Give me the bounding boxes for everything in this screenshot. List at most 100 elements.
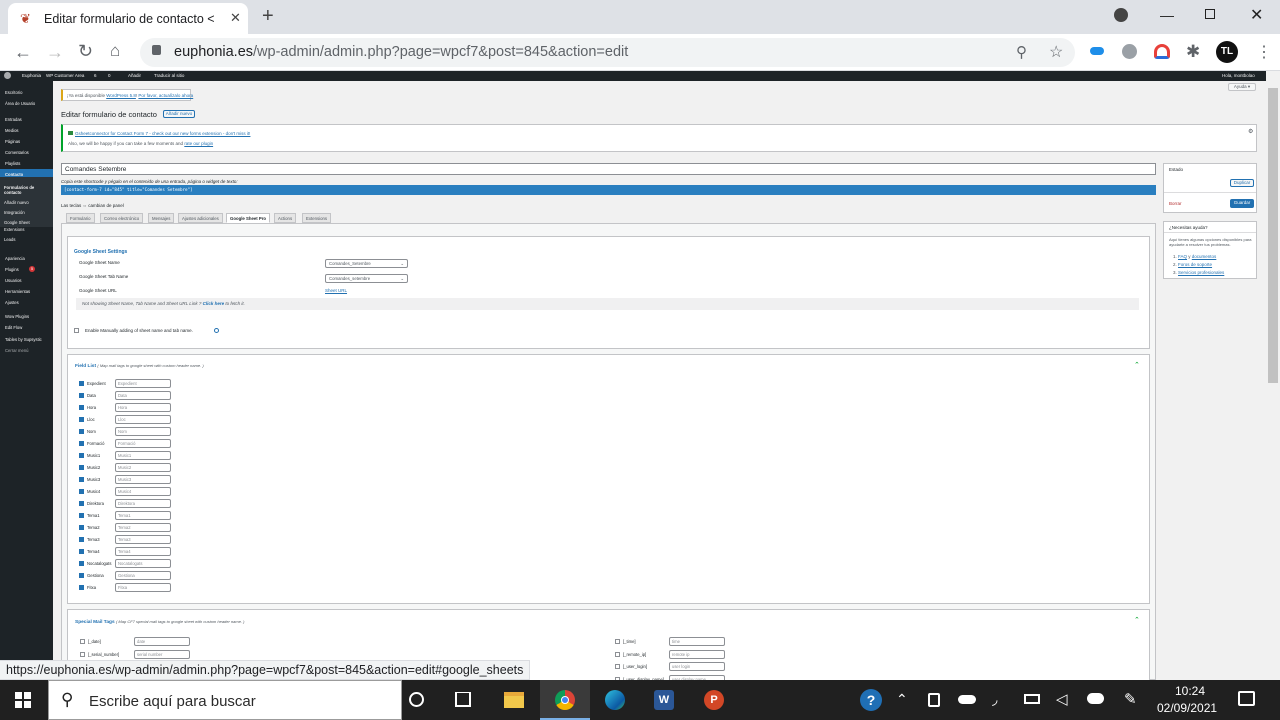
field-checkbox[interactable] [79,585,84,590]
tab-mensajes[interactable]: Mensajes [148,213,175,223]
tab-search-icon[interactable] [1114,8,1128,22]
cortana-icon[interactable] [409,692,424,707]
scrollbar-thumb[interactable] [1268,88,1278,383]
word-icon[interactable]: W [654,690,674,710]
taskbar-date[interactable]: 02/09/2021 [1157,701,1217,715]
close-window-icon[interactable]: ✕ [1250,5,1263,25]
gsheet-tab-select[interactable]: Comandes_setembre ⌄ [325,274,408,283]
sidebar-item-comentarios[interactable]: Comentarios [5,150,29,155]
field-header-input[interactable]: Tema2 [115,523,171,532]
tray-app-icon[interactable] [928,693,940,707]
sidebar-item-playlists[interactable]: Playlists [5,161,20,166]
sidebar-item-plugins[interactable]: Plugins [5,267,19,272]
adminbar-comments[interactable]: 0 [108,73,111,78]
edge-icon[interactable] [605,690,625,710]
special-tag-input[interactable]: user login [669,662,725,671]
cloud-extension-icon[interactable] [1090,47,1104,55]
form-title-input[interactable]: Comandes Setembre [61,163,1156,175]
field-header-input[interactable]: Music2 [115,463,171,472]
field-header-input[interactable]: Fitxa [115,583,171,592]
field-checkbox[interactable] [79,513,84,518]
task-view-icon[interactable] [455,692,471,707]
info-icon[interactable] [214,328,219,333]
zoom-icon[interactable]: ⚲ [1016,43,1027,61]
tab-actions[interactable]: Actions [274,213,297,223]
sidebar-item-ajustes[interactable]: Ajustes [5,300,19,305]
tray-chevron-icon[interactable]: ⌃ [896,691,908,708]
sidebar-item-tables[interactable]: Tables by Supsystic [5,337,42,342]
restore-icon[interactable] [1205,9,1215,19]
upload-cloud-icon[interactable] [1087,693,1104,704]
dismiss-icon[interactable]: ⚙ [1248,128,1253,135]
field-header-input[interactable]: Nocatalogats [115,559,171,568]
sidebar-item-entradas[interactable]: Entradas [5,117,22,122]
submenu-google-sheet[interactable]: Google Sheet [4,220,30,225]
manual-checkbox[interactable] [74,328,79,333]
special-collapse-icon[interactable]: ⌃ [1134,616,1140,624]
windows-start-icon[interactable] [15,692,31,708]
add-new-button[interactable]: Añadir nuevo [163,110,195,118]
shortcode-bar[interactable]: [contact-form-7 id="845" title="Comandes… [61,185,1156,195]
field-header-input[interactable]: Direktora [115,499,171,508]
sidebar-item-contacto[interactable]: Contacto [5,172,23,177]
tab-formulario[interactable]: Formulario [66,213,95,223]
submenu-extensions[interactable]: Extensions [4,227,24,232]
powerpoint-icon[interactable]: P [704,690,724,710]
field-header-input[interactable]: Gestiona [115,571,171,580]
special-tag-checkbox[interactable] [80,639,85,644]
field-checkbox[interactable] [79,573,84,578]
extension-icon[interactable] [1122,44,1137,59]
help-tray-icon[interactable]: ? [860,689,882,711]
submenu-leads[interactable]: Leads [4,237,15,242]
bookmark-star-icon[interactable]: ☆ [1049,42,1063,62]
field-header-input[interactable]: Formació [115,439,171,448]
volume-icon[interactable]: ◁ [1056,690,1068,708]
tab-google-sheet-pro[interactable]: Google Sheet Pro [226,213,271,223]
lock-icon[interactable] [152,45,161,55]
notifications-icon[interactable] [1238,691,1255,706]
special-tag-checkbox[interactable] [615,639,620,644]
onedrive-icon[interactable] [958,695,976,704]
submenu-formularios[interactable]: Formularios de contacto [4,185,44,195]
field-checkbox[interactable] [79,453,84,458]
promo-line1[interactable]: Gsheetconnector for Contact Form 7 - che… [68,131,250,136]
adminbar-updates[interactable]: 6 [94,73,97,78]
close-tab-icon[interactable]: ✕ [230,10,241,26]
menu-icon[interactable]: ⋮ [1256,42,1272,62]
field-checkbox[interactable] [79,537,84,542]
sidebar-item-herramientas[interactable]: Herramientas [5,289,30,294]
field-checkbox[interactable] [79,525,84,530]
sidebar-item-usuarios[interactable]: Usuarios [5,278,22,283]
tab-extensions[interactable]: Extensions [302,213,332,223]
back-icon[interactable]: ← [14,43,32,61]
tab-ajustes-adicionales[interactable]: Ajustes adicionales [178,213,223,223]
field-header-input[interactable]: Music1 [115,451,171,460]
field-checkbox[interactable] [79,441,84,446]
adminbar-add-new[interactable]: Añadir [128,73,141,78]
field-header-input[interactable]: Tema1 [115,511,171,520]
field-header-input[interactable]: Nom [115,427,171,436]
field-checkbox[interactable] [79,477,84,482]
special-tag-input[interactable]: time [669,637,725,646]
forward-icon[interactable]: → [46,43,64,61]
field-checkbox[interactable] [79,429,84,434]
field-header-input[interactable]: Tema3 [115,535,171,544]
field-header-input[interactable]: Expedient [115,379,171,388]
minimize-icon[interactable]: — [1160,7,1174,23]
sidebar-item-edit-flow[interactable]: Edit Flow [5,325,22,330]
field-checkbox[interactable] [79,501,84,506]
sidebar-collapse[interactable]: Cerrar menú [5,348,29,353]
new-tab-icon[interactable]: + [262,5,274,28]
special-tag-checkbox[interactable] [615,651,620,657]
reload-icon[interactable]: ↻ [78,42,93,60]
headset-extension-icon[interactable] [1154,44,1170,59]
delete-link[interactable]: Borrar [1169,201,1182,206]
field-header-input[interactable]: Hora [115,403,171,412]
sidebar-item-paginas[interactable]: Páginas [5,139,20,144]
tab-correo[interactable]: Correo electrónico [100,213,144,223]
gsheet-url-link[interactable]: Sheet URL [325,288,347,293]
field-header-input[interactable]: Music4 [115,487,171,496]
field-checkbox[interactable] [79,393,84,398]
special-tag-input[interactable]: remote ip [669,649,725,659]
special-tag-checkbox[interactable] [615,664,620,669]
